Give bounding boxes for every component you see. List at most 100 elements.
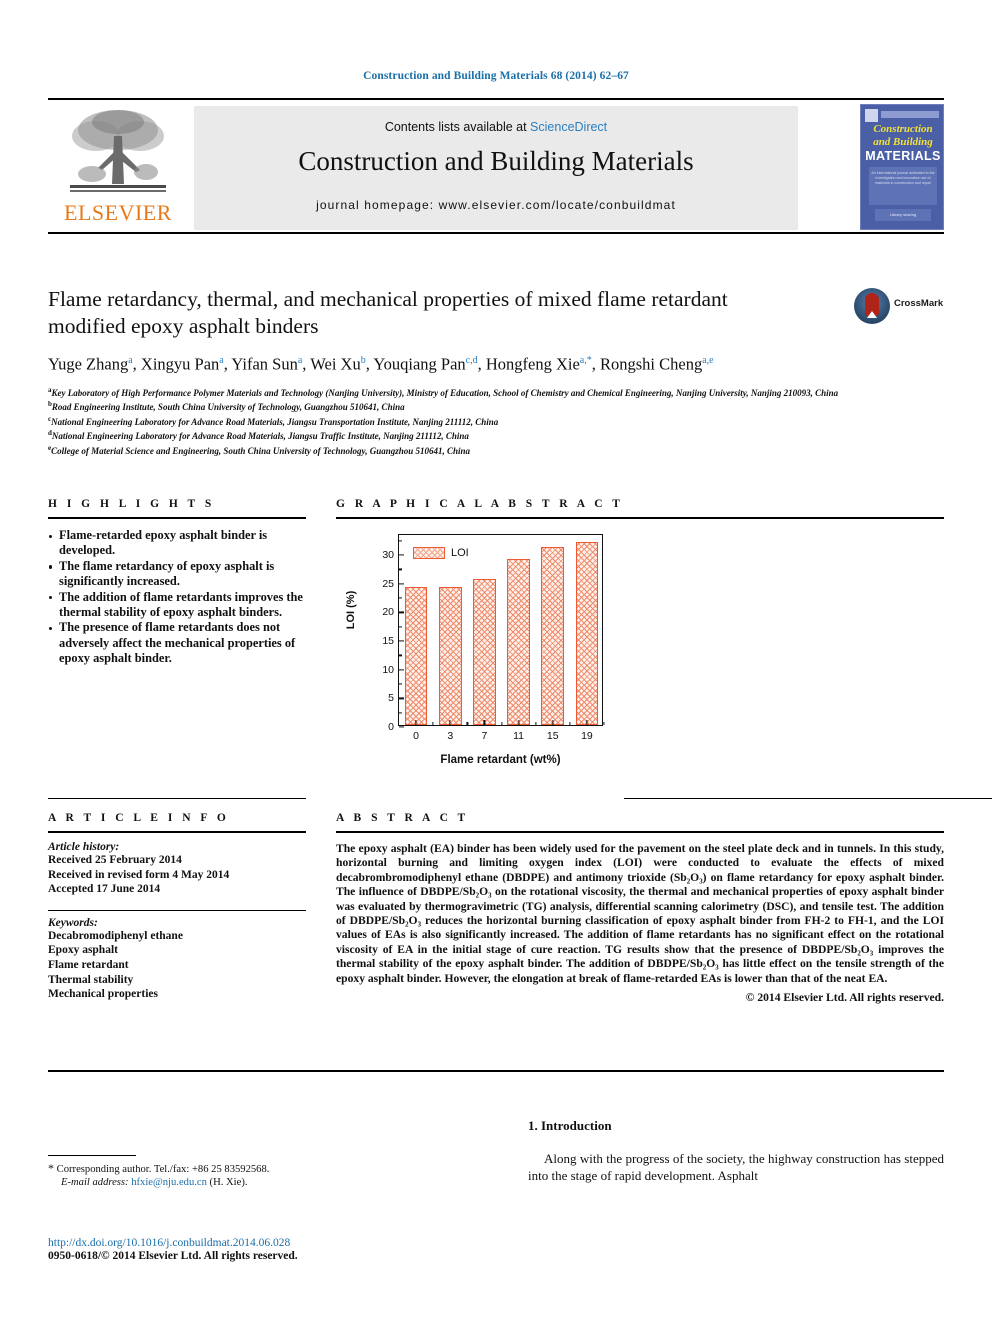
author-affiliation-marker: a <box>219 355 224 366</box>
corresponding-author-line: * Corresponding author. Tel./fax: +86 25… <box>48 1161 448 1176</box>
chart-x-tick-label: 3 <box>447 730 454 742</box>
chart-bar <box>473 579 496 725</box>
chart-y-tick-mark <box>399 583 404 585</box>
chart-legend: LOI <box>413 547 469 559</box>
keyword-item: Decabromodiphenyl ethane <box>48 929 183 942</box>
crossmark-badge[interactable]: CrossMark <box>854 288 943 328</box>
chart-x-tick-mark <box>449 720 451 725</box>
cover-blurb-panel: An international journal dedicated to th… <box>869 167 937 205</box>
crossmark-arrow-icon <box>867 311 877 318</box>
highlight-item: The addition of flame retardants improve… <box>48 590 306 621</box>
article-history-lines: Received 25 February 2014 Received in rev… <box>48 853 306 897</box>
chart-x-tick-label: 7 <box>481 730 488 742</box>
introduction-heading: 1. Introduction <box>528 1118 612 1133</box>
chart-y-tick-mark <box>399 726 404 728</box>
highlights-rule <box>48 517 306 519</box>
chart-y-tick-mark <box>399 697 404 699</box>
chart-x-tick-mark <box>415 720 417 725</box>
abstract-rule <box>336 831 944 833</box>
graphical-abstract-figure: LOI (%) LOI 0 5 10 15 20 25 30 0 3 7 11 15 19 Flame … <box>336 522 944 790</box>
chart-x-tick-mark <box>586 720 588 725</box>
chart-y-tick-label: 25 <box>382 577 394 590</box>
article-info-rule <box>48 831 306 833</box>
chart-bar <box>575 541 599 725</box>
highlight-item: Flame-retarded epoxy asphalt binder is d… <box>48 528 306 559</box>
crossmark-label: CrossMark <box>894 298 944 309</box>
journal-masthead: ELSEVIER Contents lists available at Sci… <box>48 98 944 234</box>
footnote-block: * Corresponding author. Tel./fax: +86 25… <box>48 1155 448 1190</box>
article-info-column: A R T I C L E I N F O Article history: R… <box>48 812 306 1002</box>
highlights-column: H I G H L I G H T S Flame-retarded epoxy… <box>48 498 306 667</box>
affiliation-line: bRoad Engineering Institute, South China… <box>48 400 405 413</box>
author-affiliation-marker: a,* <box>579 355 592 366</box>
introduction-paragraph: Along with the progress of the society, … <box>528 1151 944 1183</box>
highlights-bottom-rule <box>48 798 306 799</box>
chart-bar <box>438 587 462 725</box>
chart-y-tick-label: 0 <box>388 721 394 733</box>
chart-y-tick-mark <box>399 640 404 642</box>
chart-x-tick-mark <box>517 720 520 725</box>
chart-x-axis-label: Flame retardant (wt%) <box>440 754 561 766</box>
cover-footer-text: Library sharing <box>889 212 917 217</box>
contents-line: Contents lists available at ScienceDirec… <box>194 120 798 134</box>
chart-y-minor-tick <box>399 568 402 570</box>
chart-x-minor-tick <box>500 722 503 725</box>
author-name: Wei Xu <box>310 354 361 374</box>
author-name: Yifan Sun <box>231 354 298 374</box>
affiliation-marker: e <box>48 443 52 452</box>
article-history-block: Article history: Received 25 February 20… <box>48 841 306 897</box>
author-affiliation-marker: b <box>360 355 366 366</box>
journal-title: Construction and Building Materials <box>298 146 694 176</box>
contents-prefix: Contents lists available at <box>384 120 531 134</box>
author-affiliation-marker: c,d <box>465 355 478 366</box>
keyword-item: Flame retardant <box>48 958 129 971</box>
journal-first-page: Construction and Building Materials 68 (… <box>0 0 992 1323</box>
chart-x-minor-tick <box>535 722 537 725</box>
chart-y-tick-mark <box>399 554 404 556</box>
graphical-abstract-bottom-rule <box>624 798 992 799</box>
chart-y-minor-tick <box>399 654 402 656</box>
legend-swatch-loi <box>413 547 445 559</box>
chart-x-tick-mark <box>552 720 554 725</box>
sciencedirect-link[interactable]: ScienceDirect <box>530 120 607 134</box>
cover-blurb: An international journal dedicated to th… <box>871 171 935 185</box>
abstract-bottom-rule <box>48 1070 944 1072</box>
author-name: Youqiang Pan <box>373 354 466 374</box>
legend-label-loi: LOI <box>451 547 469 559</box>
crossmark-icon <box>854 288 890 324</box>
chart-y-tick-mark <box>399 611 404 613</box>
corresponding-author-marker: * <box>48 1161 54 1175</box>
chart-x-tick-mark <box>483 720 485 725</box>
article-info-heading: A R T I C L E I N F O <box>48 812 230 824</box>
title-block: Flame retardancy, thermal, and mechanica… <box>48 286 944 457</box>
chart-x-tick-label: 19 <box>581 730 593 742</box>
cover-publisher-icon <box>865 109 878 122</box>
chart-y-tick-label: 20 <box>382 606 394 619</box>
email-link[interactable]: hfxie@nju.edu.cn <box>131 1177 207 1188</box>
page-footer: http://dx.doi.org/10.1016/j.conbuildmat.… <box>48 1237 508 1262</box>
affiliation-marker: d <box>48 429 52 438</box>
chart-x-minor-tick <box>603 722 605 725</box>
author-affiliation-marker: a <box>128 355 133 366</box>
chart-x-minor-tick <box>569 722 571 725</box>
journal-homepage[interactable]: journal homepage: www.elsevier.com/locat… <box>194 198 798 212</box>
abstract-copyright: © 2014 Elsevier Ltd. All rights reserved… <box>745 991 944 1005</box>
graphical-abstract-heading: G R A P H I C A L A B S T R A C T <box>336 498 624 510</box>
cover-footer-panel: Library sharing <box>875 209 931 221</box>
keyword-item: Epoxy asphalt <box>48 944 118 957</box>
chart-x-minor-tick <box>432 722 434 725</box>
page-title: Flame retardancy, thermal, and mechanica… <box>48 287 728 338</box>
highlights-list: Flame-retarded epoxy asphalt binder is d… <box>48 528 306 667</box>
chart-y-minor-tick <box>399 683 402 685</box>
affiliation-list: aKey Laboratory of High Performance Poly… <box>48 385 928 458</box>
chart-y-tick-label: 10 <box>382 663 394 676</box>
chart-x-tick-label: 11 <box>513 730 525 742</box>
elsevier-tree-icon <box>70 110 166 192</box>
doi-link[interactable]: http://dx.doi.org/10.1016/j.conbuildmat.… <box>48 1237 508 1249</box>
author-name: Hongfeng Xie <box>485 354 580 374</box>
article-history-item: Received 25 February 2014 <box>48 854 182 866</box>
author-name: Rongshi Cheng <box>599 354 703 374</box>
chart-bar <box>404 587 428 725</box>
author-affiliation-marker: a,e <box>702 355 714 366</box>
chart-y-axis-label: LOI (%) <box>345 590 357 630</box>
